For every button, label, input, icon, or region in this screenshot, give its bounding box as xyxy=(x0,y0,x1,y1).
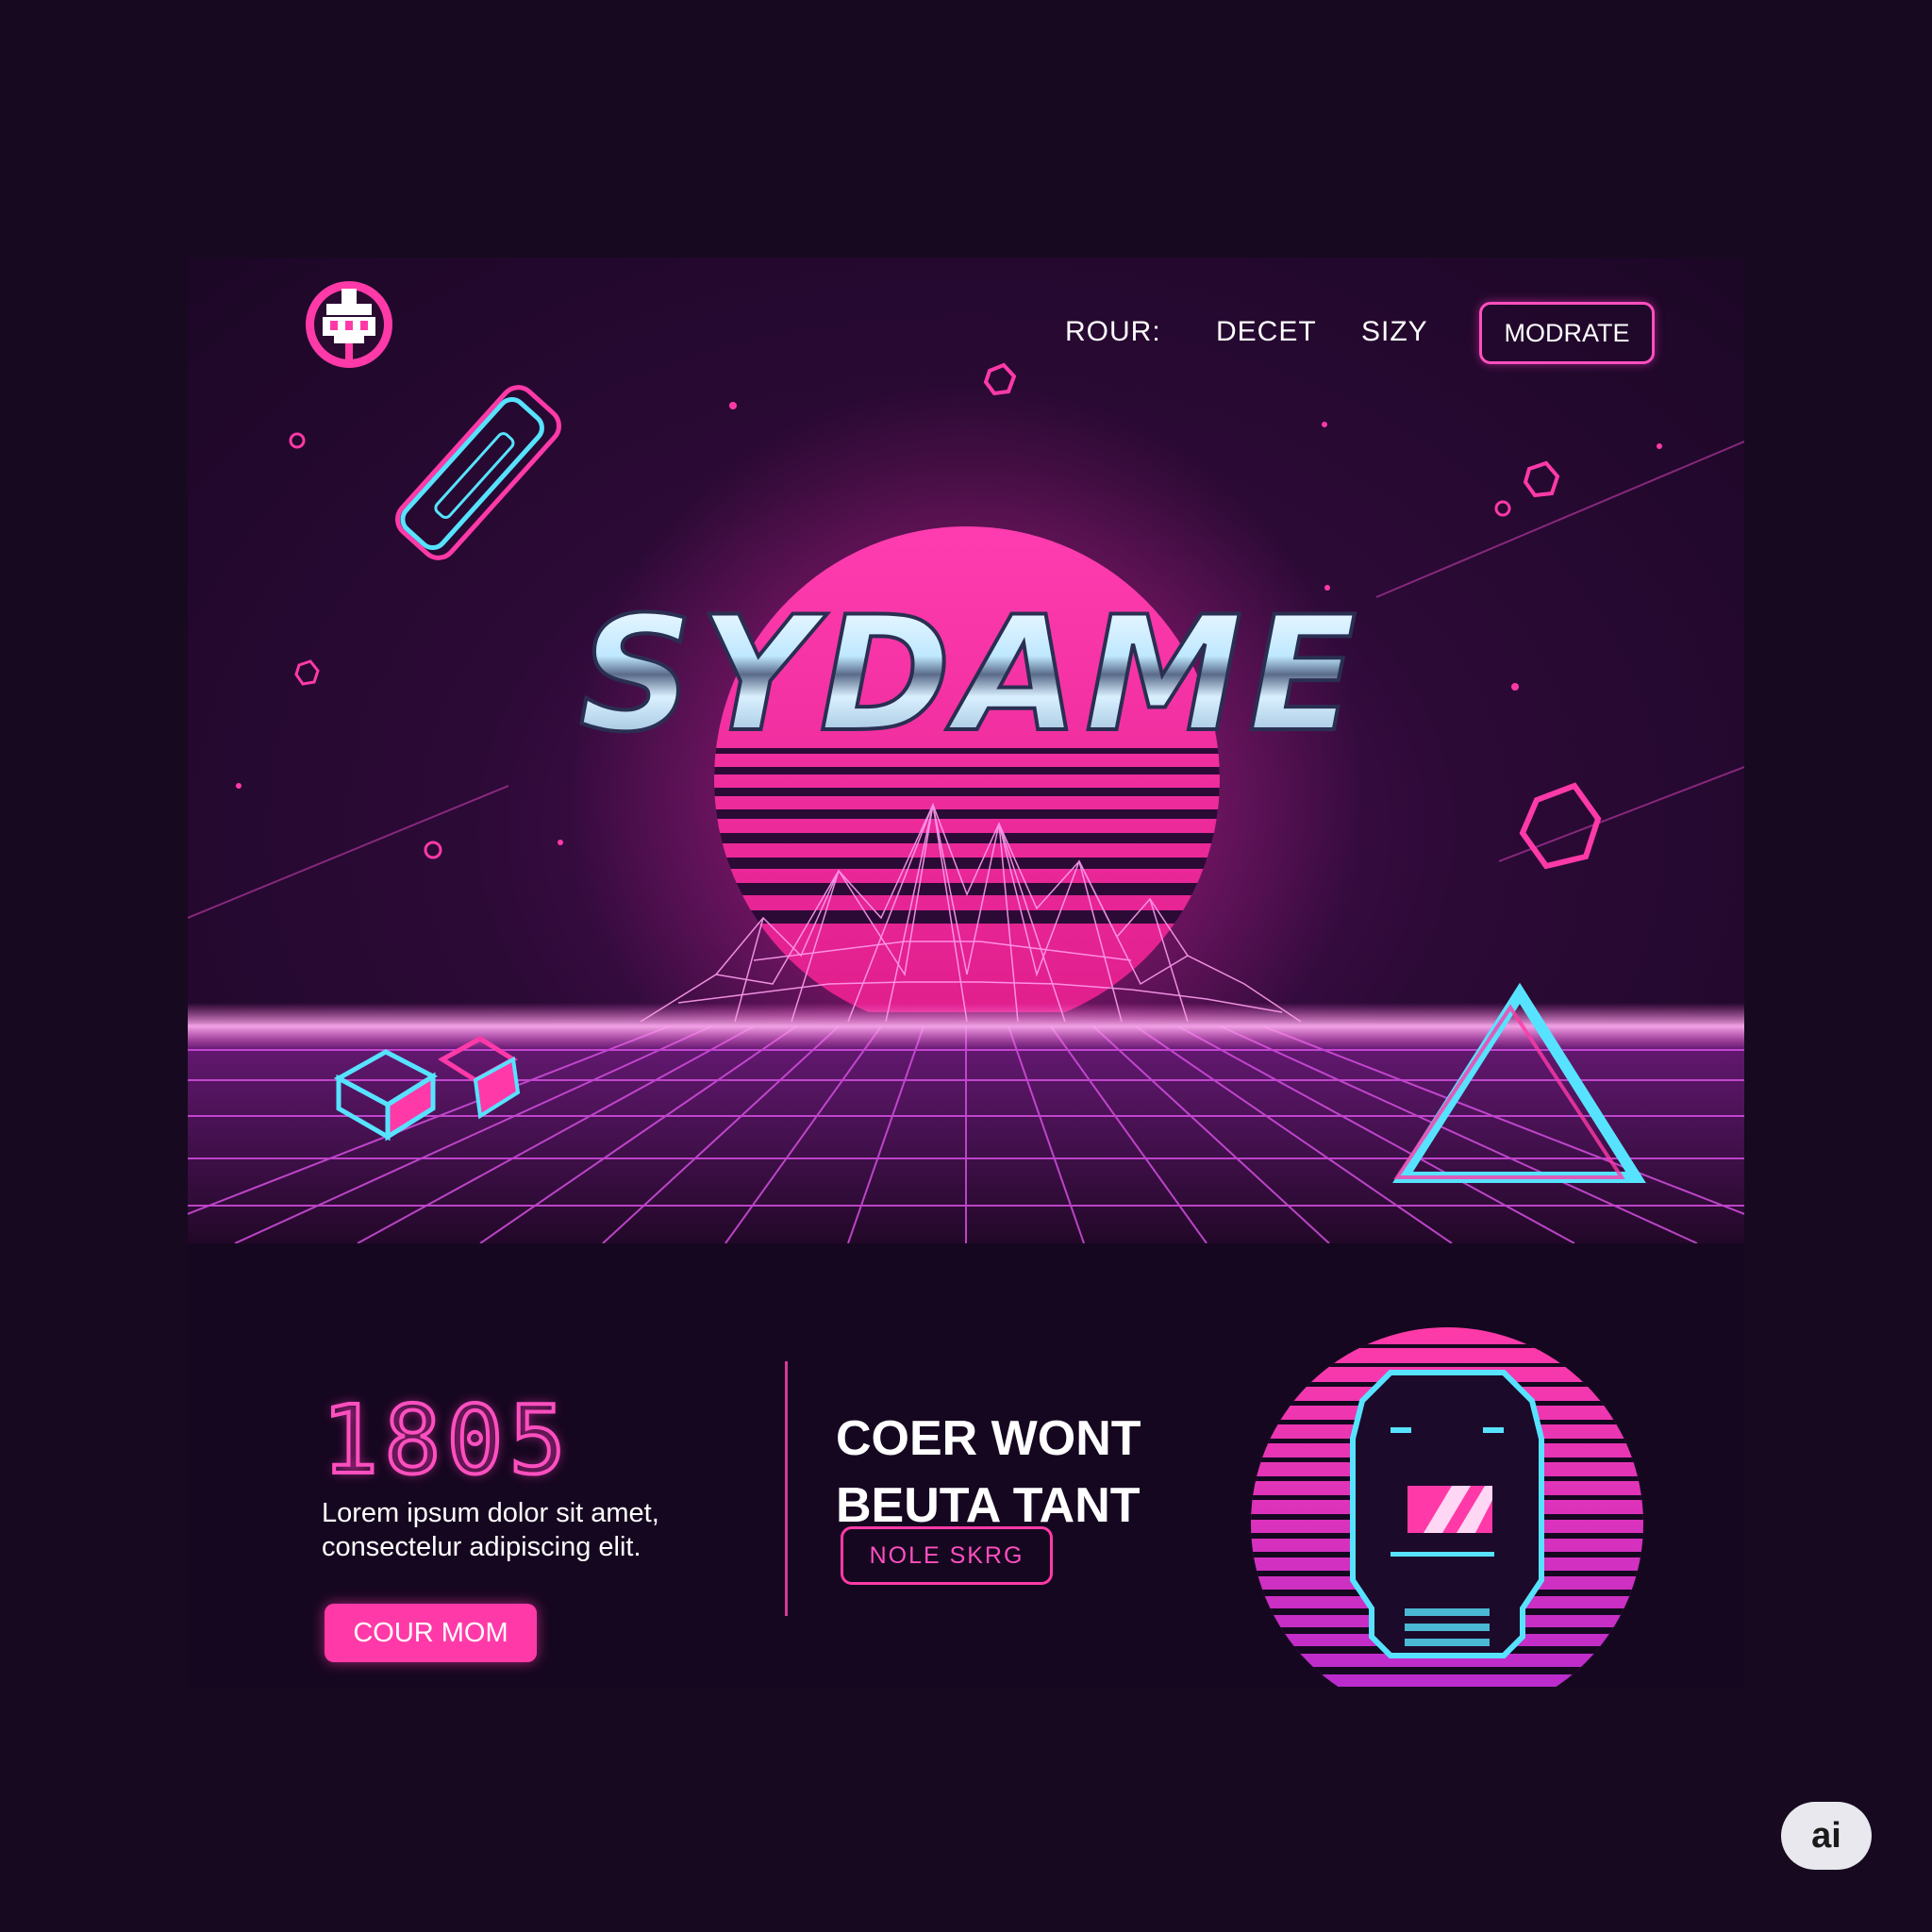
section-divider xyxy=(785,1361,788,1616)
robot-logo-icon[interactable] xyxy=(302,277,396,372)
small-hexagon-icon xyxy=(1523,460,1560,498)
nole-skrg-button[interactable]: NOLE SKRG xyxy=(841,1526,1053,1585)
hero-section: ROUR: DECET SIZY MODRATE SYDAME xyxy=(188,258,1744,1243)
cour-mom-button[interactable]: COUR MOM xyxy=(325,1604,537,1662)
hero-title: SYDAME xyxy=(577,602,1362,753)
ai-watermark-badge: ai xyxy=(1781,1802,1872,1870)
hero-title-text: SYDAME xyxy=(579,602,1362,753)
floating-capsule-icon xyxy=(394,385,562,560)
landing-card: ROUR: DECET SIZY MODRATE SYDAME 1805 Lor… xyxy=(188,258,1744,1687)
promo-headline: COER WONT BEUTA TANT xyxy=(836,1406,1213,1540)
small-hexagon-icon-3 xyxy=(294,659,320,686)
feature-section: 1805 Lorem ipsum dolor sit amet, consect… xyxy=(188,1243,1744,1687)
nav-link-rour[interactable]: ROUR: xyxy=(1065,316,1161,348)
feature-description: Lorem ipsum dolor sit amet, consectelur … xyxy=(322,1498,659,1562)
promo-headline-line-1: COER WONT xyxy=(836,1411,1141,1466)
nav-link-sizy[interactable]: SIZY xyxy=(1361,316,1428,348)
nav-moderate-button[interactable]: MODRATE xyxy=(1479,302,1655,364)
robot-avatar-icon xyxy=(1251,1327,1643,1687)
hexagon-icon xyxy=(1519,782,1602,870)
feature-number: 1805 xyxy=(320,1383,572,1497)
nav-link-decet[interactable]: DECET xyxy=(1216,316,1317,348)
